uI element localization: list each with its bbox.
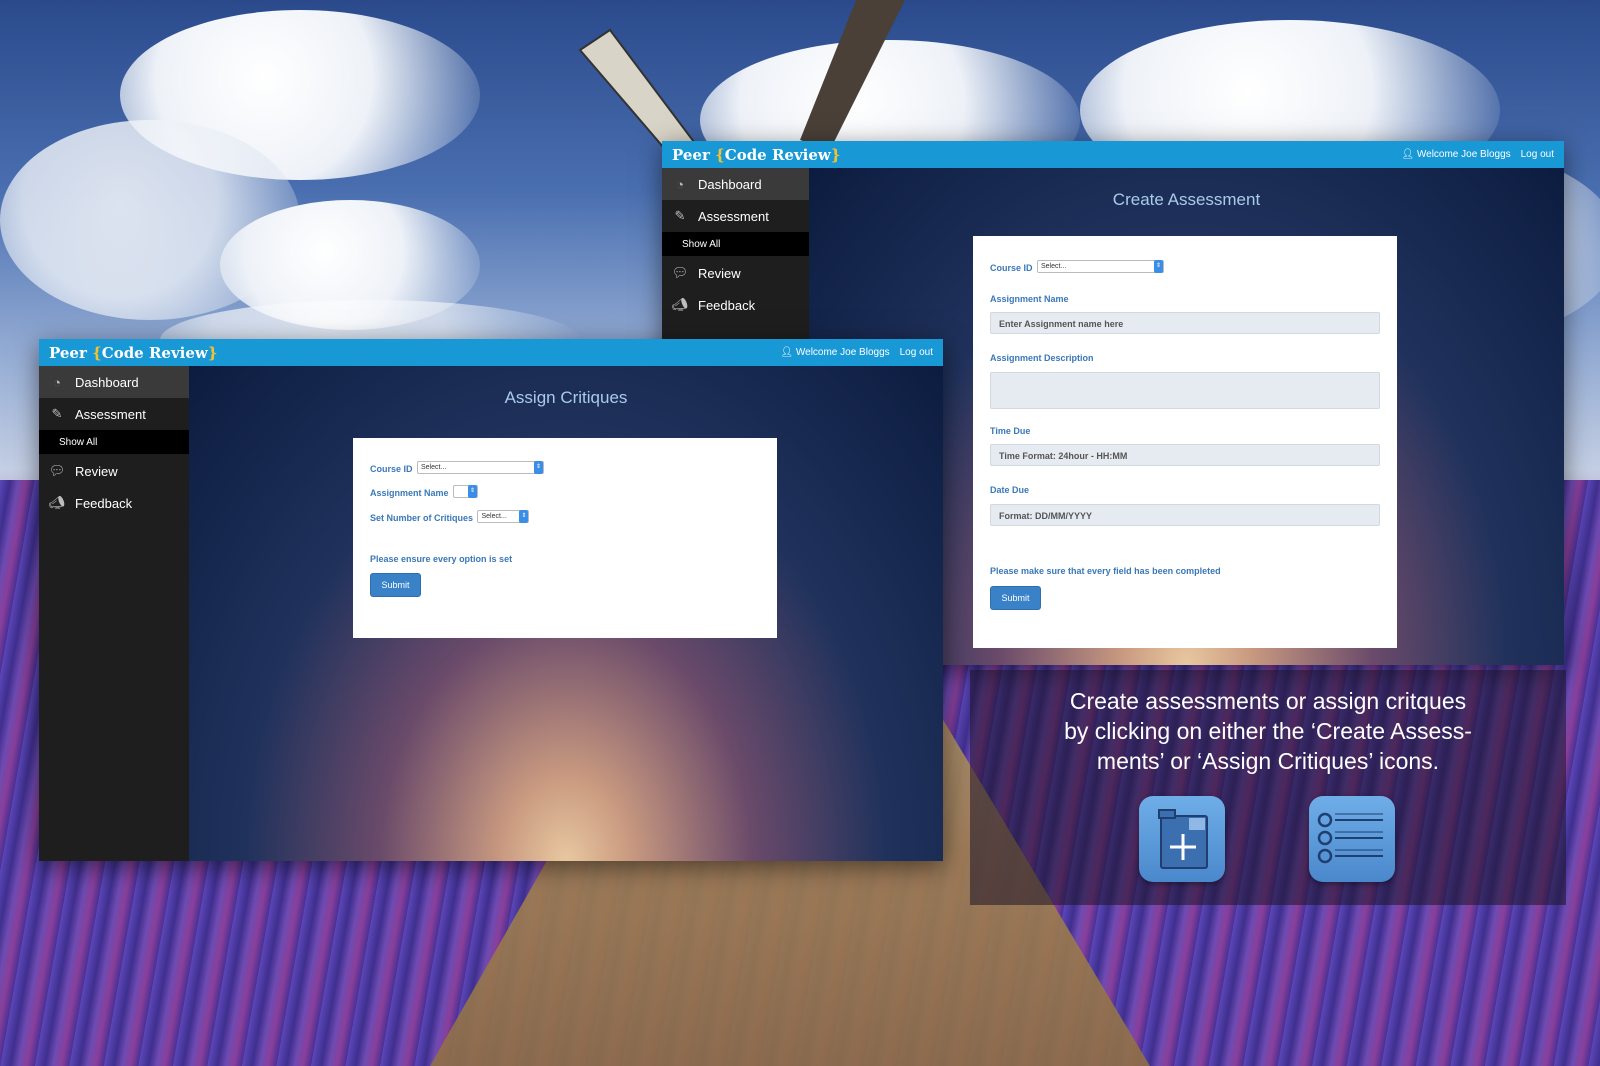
time-due-input[interactable]: Time Format: 24hour - HH:MM xyxy=(990,444,1380,466)
top-navbar: Peer {Code Review} 👤︎ Welcome Joe Bloggs… xyxy=(662,141,1564,168)
dashboard-icon: ◔ xyxy=(53,374,61,390)
sidebar: ◔ Dashboard ✎ Assessment Show All 💬︎ Review… xyxy=(39,366,189,861)
welcome-text: Welcome Joe Bloggs xyxy=(1416,149,1511,160)
sidebar-item-review[interactable]: 💬︎ Review xyxy=(662,257,809,289)
assignment-name-input[interactable]: Enter Assignment name here xyxy=(990,312,1380,334)
caption-text: Create assessments or assign critques by… xyxy=(970,686,1566,776)
course-id-row: Course ID Select... ⇕ xyxy=(990,258,1164,276)
assignment-description-label: Assignment Description xyxy=(990,353,1094,363)
comments-icon: 💬︎ xyxy=(48,463,66,478)
user-links: 👤︎ Welcome Joe Bloggs Log out xyxy=(780,347,933,358)
brand-prefix: Peer xyxy=(49,343,93,362)
assign-critiques-window: Peer {Code Review} 👤︎ Welcome Joe Bloggs… xyxy=(39,339,943,861)
course-id-label: Course ID xyxy=(990,263,1033,273)
welcome-link[interactable]: 👤︎ Welcome Joe Bloggs xyxy=(780,347,889,358)
chevron-updown-icon: ⇕ xyxy=(1153,260,1163,274)
comments-icon: 💬︎ xyxy=(671,265,689,280)
sidebar-item-dashboard[interactable]: ◔ Dashboard xyxy=(39,366,189,398)
pencil-icon: ✎ xyxy=(674,208,686,223)
brand-main: Code Review xyxy=(724,145,831,164)
form-note: Please ensure every option is set xyxy=(370,554,513,564)
dashboard-icon: ◔ xyxy=(676,176,684,192)
critiques-select[interactable]: Select... ⇕ xyxy=(477,510,530,524)
sidebar-item-dashboard[interactable]: ◔ Dashboard xyxy=(662,168,809,200)
user-icon: 👤︎ xyxy=(780,347,794,358)
caption-panel: Create assessments or assign critques by… xyxy=(970,670,1566,905)
sidebar-item-feedback[interactable]: 📣︎ Feedback xyxy=(39,487,189,519)
sidebar-subitem-show-all[interactable]: Show All xyxy=(39,430,189,454)
brand-prefix: Peer xyxy=(672,145,716,164)
sidebar-item-assessment[interactable]: ✎ Assessment xyxy=(662,200,809,232)
brand-brace: { xyxy=(715,145,725,164)
caption-line: by clicking on either the ‘Create Assess… xyxy=(1064,718,1472,744)
form-note: Please make sure that every field has be… xyxy=(990,566,1221,576)
pencil-icon: ✎ xyxy=(51,406,63,421)
sidebar-item-label: Feedback xyxy=(698,297,756,313)
assignment-name-select[interactable]: ⇕ xyxy=(452,485,478,499)
course-id-select[interactable]: Select... ⇕ xyxy=(1036,260,1164,274)
submit-button[interactable]: Submit xyxy=(990,586,1041,610)
chevron-updown-icon: ⇕ xyxy=(519,510,529,524)
list-icon xyxy=(1317,812,1383,864)
sidebar-item-label: Dashboard xyxy=(698,176,762,192)
sidebar-item-label: Assessment xyxy=(75,406,146,422)
sidebar-item-review[interactable]: 💬︎ Review xyxy=(39,455,189,487)
brand-brace: } xyxy=(830,145,841,164)
course-id-row: Course ID Select... ⇕ xyxy=(370,459,544,477)
sidebar-item-label: Review xyxy=(698,265,741,281)
select-value: Select... xyxy=(1040,263,1067,271)
chevron-updown-icon: ⇕ xyxy=(467,485,477,499)
megaphone-icon: 📣︎ xyxy=(671,297,689,312)
critiques-row: Set Number of Critiques Select... ⇕ xyxy=(370,508,530,526)
course-id-label: Course ID xyxy=(370,464,413,474)
user-links: 👤︎ Welcome Joe Bloggs Log out xyxy=(1401,149,1554,160)
brand-brace: } xyxy=(207,343,218,362)
logout-link[interactable]: Log out xyxy=(900,347,933,358)
assign-critiques-icon[interactable] xyxy=(1309,796,1395,882)
megaphone-icon: 📣︎ xyxy=(48,495,66,510)
critiques-label: Set Number of Critiques xyxy=(370,513,474,523)
sidebar-subitem-show-all[interactable]: Show All xyxy=(662,232,809,256)
document-plus-icon xyxy=(1158,809,1208,869)
page-title: Create Assessment xyxy=(1112,190,1261,209)
select-value: Select... xyxy=(481,513,507,521)
time-due-label: Time Due xyxy=(990,426,1031,436)
brand-brace: { xyxy=(92,343,102,362)
course-id-select[interactable]: Select... ⇕ xyxy=(416,461,544,475)
caption-line: Create assessments or assign critques xyxy=(1069,688,1467,714)
sidebar-item-label: Assessment xyxy=(698,208,769,224)
caption-line: ments’ or ‘Assign Critiques’ icons. xyxy=(1096,748,1440,774)
brand-logo[interactable]: Peer {Code Review} xyxy=(49,344,217,362)
brand-main: Code Review xyxy=(101,343,208,362)
sidebar-item-feedback[interactable]: 📣︎ Feedback xyxy=(662,289,809,321)
create-assessment-form: Course ID Select... ⇕ Assignment Name Ent… xyxy=(973,236,1397,648)
welcome-text: Welcome Joe Bloggs xyxy=(795,347,890,358)
assignment-name-label: Assignment Name xyxy=(370,488,449,498)
user-icon: 👤︎ xyxy=(1401,149,1415,160)
date-due-label: Date Due xyxy=(990,485,1030,495)
brand-logo[interactable]: Peer {Code Review} xyxy=(672,146,840,164)
sidebar-item-assessment[interactable]: ✎ Assessment xyxy=(39,398,189,430)
sidebar-item-label: Dashboard xyxy=(75,374,139,390)
logout-link[interactable]: Log out xyxy=(1521,149,1554,160)
chevron-updown-icon: ⇕ xyxy=(533,461,543,475)
date-due-input[interactable]: Format: DD/MM/YYYY xyxy=(990,504,1380,526)
page-title: Assign Critiques xyxy=(504,388,628,407)
assignment-name-row: Assignment Name ⇕ xyxy=(370,483,478,501)
sidebar-item-label: Review xyxy=(75,463,118,479)
sidebar-item-label: Feedback xyxy=(75,495,133,511)
select-value: Select... xyxy=(420,464,447,472)
submit-button[interactable]: Submit xyxy=(370,573,421,597)
main-content: Assign Critiques Course ID Select... ⇕ As… xyxy=(189,366,943,861)
assign-critiques-form: Course ID Select... ⇕ Assignment Name ⇕ S… xyxy=(353,438,777,638)
create-assessment-icon[interactable] xyxy=(1139,796,1225,882)
top-navbar: Peer {Code Review} 👤︎ Welcome Joe Bloggs… xyxy=(39,339,943,366)
assignment-description-textarea[interactable] xyxy=(990,372,1380,409)
welcome-link[interactable]: 👤︎ Welcome Joe Bloggs xyxy=(1401,149,1510,160)
assignment-name-label: Assignment Name xyxy=(990,294,1069,304)
